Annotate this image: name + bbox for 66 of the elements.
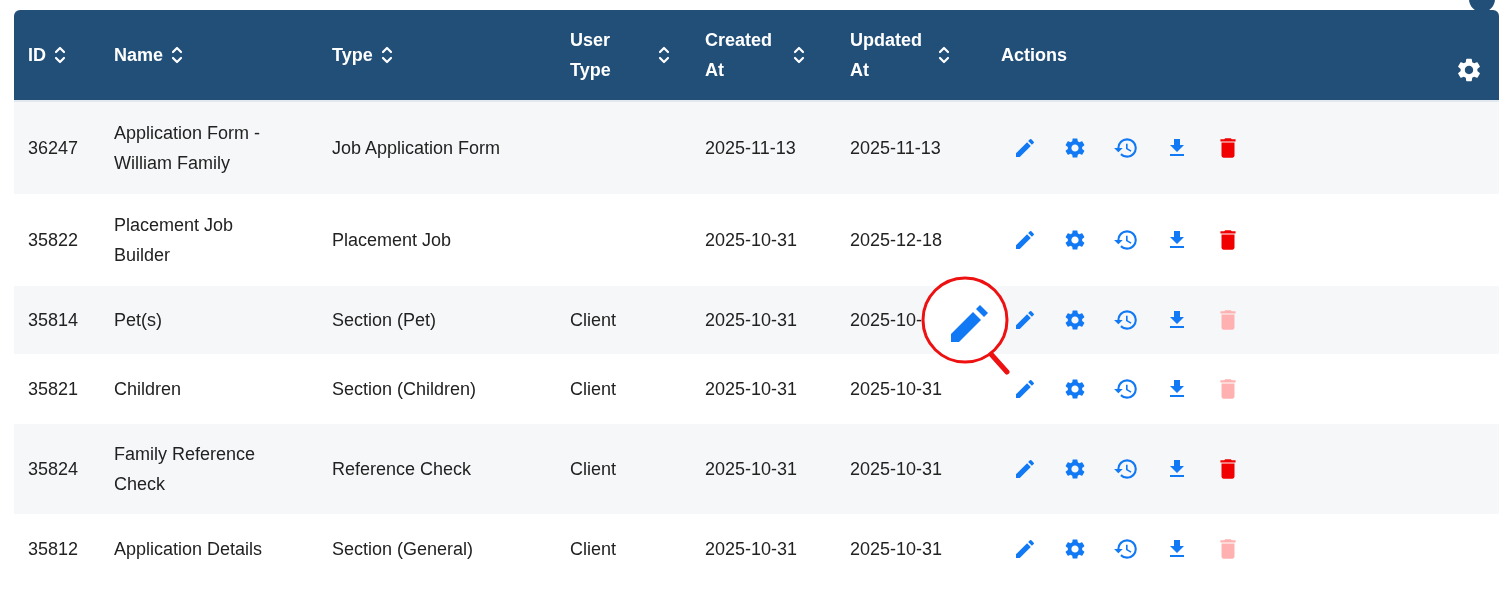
edit-icon[interactable]	[1013, 228, 1037, 252]
table-cell: 2025-10-31	[850, 538, 943, 559]
table-cell: 2025-11-13	[705, 137, 796, 158]
settings-icon[interactable]	[1063, 377, 1087, 401]
table-cell: Client	[570, 309, 617, 330]
edit-icon[interactable]	[1013, 457, 1037, 481]
table-cell: 2025-10-31	[705, 378, 798, 399]
sort-icon[interactable]	[658, 45, 670, 65]
table-cell: Reference Check	[332, 458, 472, 479]
table-cell: 2025-10-31	[850, 458, 943, 479]
table-cell: 2025-12-18	[850, 229, 943, 250]
table-cell: 2025-10-31	[850, 378, 943, 399]
table-cell: 2025-10-31	[705, 538, 798, 559]
settings-icon[interactable]	[1063, 537, 1087, 561]
table-cell-text: Application Details	[114, 538, 264, 561]
column-header[interactable]: ID	[28, 41, 46, 69]
table-cell: Job Application Form	[332, 137, 501, 158]
edit-icon[interactable]	[1013, 537, 1037, 561]
settings-icon[interactable]	[1063, 457, 1087, 481]
column-header: Actions	[1001, 43, 1067, 67]
sort-icon[interactable]	[938, 45, 950, 65]
sort-icon[interactable]	[171, 45, 184, 65]
history-icon[interactable]	[1113, 536, 1139, 562]
table-cell: 2025-10-	[850, 309, 923, 330]
sort-icon[interactable]	[380, 45, 393, 65]
edit-icon[interactable]	[1013, 136, 1037, 160]
table-cell: Client	[570, 458, 617, 479]
table-cell: Client	[570, 378, 617, 399]
column-header[interactable]: Updated At	[850, 25, 930, 85]
column-header[interactable]: Name	[114, 41, 164, 69]
sort-icon[interactable]	[793, 45, 805, 65]
sort-icon[interactable]	[54, 45, 66, 65]
column-header[interactable]: Created At	[705, 25, 785, 85]
edit-icon[interactable]	[1013, 377, 1037, 401]
table-cell: 35812	[28, 538, 79, 559]
history-icon[interactable]	[1113, 227, 1139, 253]
table-cell: 35822	[28, 229, 79, 250]
table-cell: 35824	[28, 458, 79, 479]
table-cell: 36247	[28, 137, 79, 158]
table-cell: Client	[570, 538, 617, 559]
table-cell: 2025-10-31	[705, 458, 798, 479]
history-icon[interactable]	[1113, 376, 1139, 402]
table-cell-text: Application Form - William Family	[114, 122, 262, 175]
table-cell: 2025-10-31	[705, 229, 798, 250]
table-cell: 2025-10-31	[705, 309, 798, 330]
table-cell: 35814	[28, 309, 79, 330]
table-cell: Section (Children)	[332, 378, 477, 399]
history-icon[interactable]	[1113, 307, 1139, 333]
history-icon[interactable]	[1113, 135, 1139, 161]
settings-icon[interactable]	[1063, 136, 1087, 160]
edit-icon[interactable]	[1013, 308, 1037, 332]
table-cell-text: Placement Job Builder	[114, 214, 235, 267]
column-header[interactable]: Type	[332, 41, 373, 69]
table-cell: Placement Job	[332, 229, 452, 250]
history-icon[interactable]	[1113, 456, 1139, 482]
settings-icon[interactable]	[1063, 308, 1087, 332]
table-cell: Section (General)	[332, 538, 474, 559]
table-cell-text: Children	[114, 378, 183, 401]
table-cell: Section (Pet)	[332, 309, 437, 330]
table-cell: 35821	[28, 378, 79, 399]
table-cell-text: Family Reference Check	[114, 443, 257, 496]
table-cell: 2025-11-13	[850, 137, 941, 158]
settings-icon[interactable]	[1455, 56, 1483, 84]
column-header[interactable]: User Type	[570, 25, 650, 85]
settings-icon[interactable]	[1063, 228, 1087, 252]
table-cell-text: Pet(s)	[114, 309, 163, 332]
